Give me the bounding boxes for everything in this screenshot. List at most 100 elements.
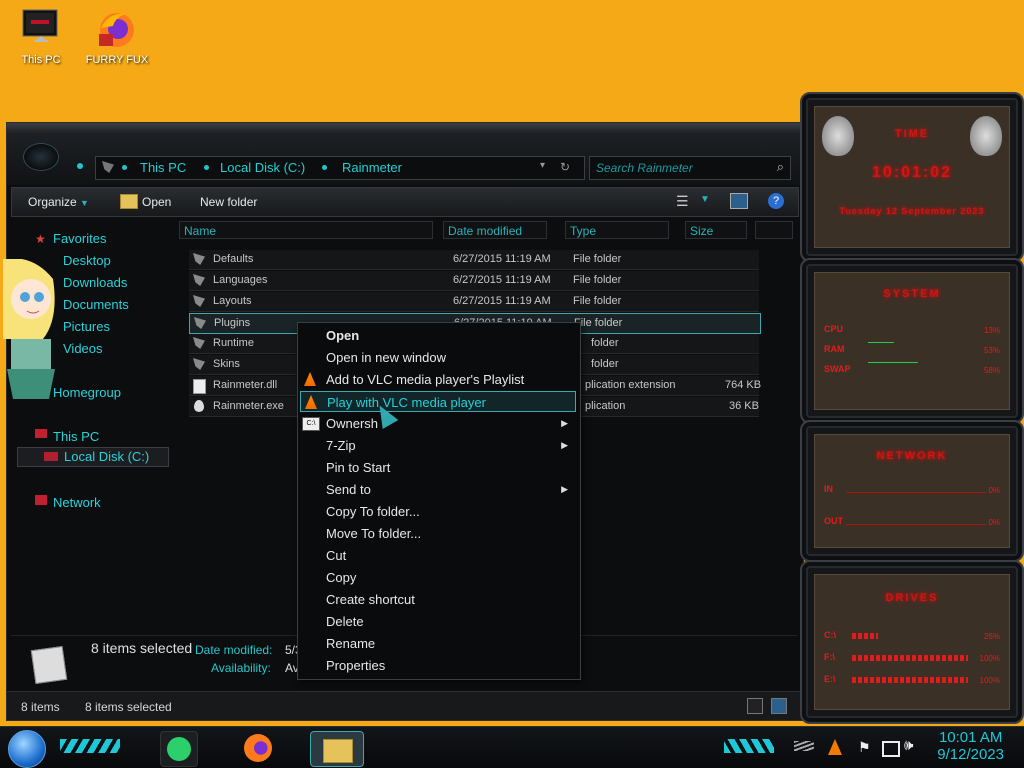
search-icon[interactable]: ⌕	[777, 159, 784, 175]
file-row[interactable]: Layouts 6/27/2015 11:19 AM File folder	[189, 292, 759, 312]
nav-local-disk-selected[interactable]: Local Disk (C:)	[17, 447, 169, 467]
file-type: File folder	[573, 295, 622, 307]
menu-item-open[interactable]: Open	[300, 325, 576, 346]
column-header-extra[interactable]	[755, 221, 793, 239]
column-header-type[interactable]: Type	[565, 221, 669, 239]
column-header-name[interactable]: Name	[179, 221, 433, 239]
menu-item-open-new-window[interactable]: Open in new window	[300, 347, 576, 368]
file-date: 6/27/2015 11:19 AM	[453, 253, 551, 265]
menu-item-move-to-folder[interactable]: Move To folder...	[300, 523, 576, 544]
time-widget-title: TIME	[894, 128, 930, 140]
cpu-label: CPU	[824, 324, 844, 334]
file-name: Layouts	[213, 295, 252, 307]
nav-documents[interactable]: Documents	[63, 297, 129, 312]
menu-item-delete[interactable]: Delete	[300, 611, 576, 632]
folder-icon	[193, 337, 205, 349]
column-header-size[interactable]: Size	[685, 221, 747, 239]
new-folder-button[interactable]: New folder	[200, 195, 257, 209]
refresh-icon[interactable]: ↻	[560, 160, 570, 174]
menu-item-rename[interactable]: Rename	[300, 633, 576, 654]
breadcrumb-this-pc[interactable]: This PC	[140, 160, 186, 175]
ram-value: 53%	[983, 346, 1000, 355]
drive-c-bar	[852, 633, 878, 639]
tiles-view-icon[interactable]	[771, 698, 787, 714]
nav-homegroup[interactable]: Homegroup	[53, 385, 121, 400]
flag-icon[interactable]: ⚑	[858, 739, 871, 756]
taskbar-decoration	[724, 739, 774, 753]
search-input[interactable]: Search Rainmeter	[596, 161, 693, 175]
file-row[interactable]: Defaults 6/27/2015 11:19 AM File folder	[189, 250, 759, 270]
desktop-icon-furry-fux[interactable]: FURRY FUX	[82, 8, 152, 66]
file-name: Skins	[213, 358, 240, 370]
file-name: Rainmeter.exe	[213, 400, 284, 412]
menu-item-add-vlc-playlist[interactable]: Add to VLC media player's Playlist	[300, 369, 576, 390]
breadcrumb-local-disk[interactable]: Local Disk (C:)	[220, 160, 305, 175]
file-type: File folder	[573, 253, 622, 265]
menu-item-play-vlc[interactable]: Play with VLC media player	[300, 391, 576, 412]
show-desktop-icon[interactable]	[794, 741, 814, 751]
menu-item-copy[interactable]: Copy	[300, 567, 576, 588]
menu-item-ownership[interactable]: C:\ Ownersh ▶	[300, 413, 576, 434]
net-in-graph	[846, 492, 986, 493]
volume-icon[interactable]: 🕪	[904, 737, 913, 754]
drive-c-value: 26%	[983, 632, 1000, 641]
tray-vlc-icon[interactable]	[828, 739, 842, 755]
breadcrumb-rainmeter[interactable]: Rainmeter	[342, 160, 402, 175]
nav-downloads[interactable]: Downloads	[63, 275, 127, 290]
network-tray-icon[interactable]	[882, 741, 900, 757]
dll-file-icon	[193, 379, 206, 394]
start-button[interactable]	[8, 730, 46, 768]
selection-thumbnail-icon	[30, 645, 68, 685]
details-selected-count: 8 items selected	[91, 640, 193, 656]
desktop-icon-this-pc[interactable]: This PC	[6, 8, 76, 66]
nav-this-pc[interactable]: This PC	[53, 429, 99, 444]
drive-icon	[44, 452, 58, 461]
address-bar[interactable]: This PC Local Disk (C:) Rainmeter ▾ ↻	[95, 156, 585, 180]
file-name: Rainmeter.dll	[213, 379, 278, 391]
address-dropdown-icon[interactable]: ▾	[540, 160, 545, 171]
drive-e-bar	[852, 677, 968, 683]
open-button[interactable]: Open	[142, 195, 171, 209]
drive-f-bar	[852, 655, 968, 661]
taskbar-app-green[interactable]	[160, 731, 198, 767]
menu-item-cut[interactable]: Cut	[300, 545, 576, 566]
menu-item-properties[interactable]: Properties	[300, 655, 576, 676]
menu-item-copy-to-folder[interactable]: Copy To folder...	[300, 501, 576, 522]
organize-button[interactable]: Organize ▼	[28, 195, 89, 209]
back-forward-orb[interactable]	[23, 143, 59, 171]
system-widget-title: SYSTEM	[883, 288, 941, 300]
help-icon[interactable]: ?	[768, 193, 784, 209]
menu-item-7zip[interactable]: 7-Zip ▶	[300, 435, 576, 456]
nav-network[interactable]: Network	[53, 495, 101, 510]
title-bar[interactable]	[7, 123, 803, 135]
nav-dropdown-icon[interactable]	[77, 163, 83, 169]
preview-pane-icon[interactable]	[730, 193, 748, 209]
net-out-graph	[846, 524, 986, 525]
file-type: File folder	[573, 274, 622, 286]
drive-e-label: E:\	[824, 674, 836, 684]
search-box[interactable]: Search Rainmeter ⌕	[589, 156, 791, 180]
view-dropdown-icon[interactable]: ▼	[700, 194, 710, 205]
file-row[interactable]: Languages 6/27/2015 11:19 AM File folder	[189, 271, 759, 291]
folder-icon	[193, 295, 205, 307]
system-clock[interactable]: 10:01 AM 9/12/2023	[937, 729, 1004, 763]
file-date: 6/27/2015 11:19 AM	[453, 295, 551, 307]
view-options-icon[interactable]: ☰	[676, 193, 689, 210]
menu-item-create-shortcut[interactable]: Create shortcut	[300, 589, 576, 610]
this-pc-icon	[35, 429, 47, 438]
taskbar-file-explorer[interactable]	[310, 731, 364, 767]
nav-pictures[interactable]: Pictures	[63, 319, 110, 334]
folder-icon	[323, 739, 353, 763]
nav-favorites[interactable]: Favorites	[53, 231, 106, 246]
column-header-date[interactable]: Date modified	[443, 221, 547, 239]
monitor-icon	[19, 8, 63, 50]
ram-label: RAM	[824, 344, 845, 354]
file-type: File folder	[574, 317, 623, 329]
menu-item-send-to[interactable]: Send to ▶	[300, 479, 576, 500]
status-selected-count: 8 items selected	[85, 700, 172, 714]
nav-videos[interactable]: Videos	[63, 341, 103, 356]
menu-item-pin-to-start[interactable]: Pin to Start	[300, 457, 576, 478]
taskbar-firefox[interactable]	[240, 731, 276, 765]
details-view-icon[interactable]	[747, 698, 763, 714]
nav-desktop[interactable]: Desktop	[63, 253, 111, 268]
